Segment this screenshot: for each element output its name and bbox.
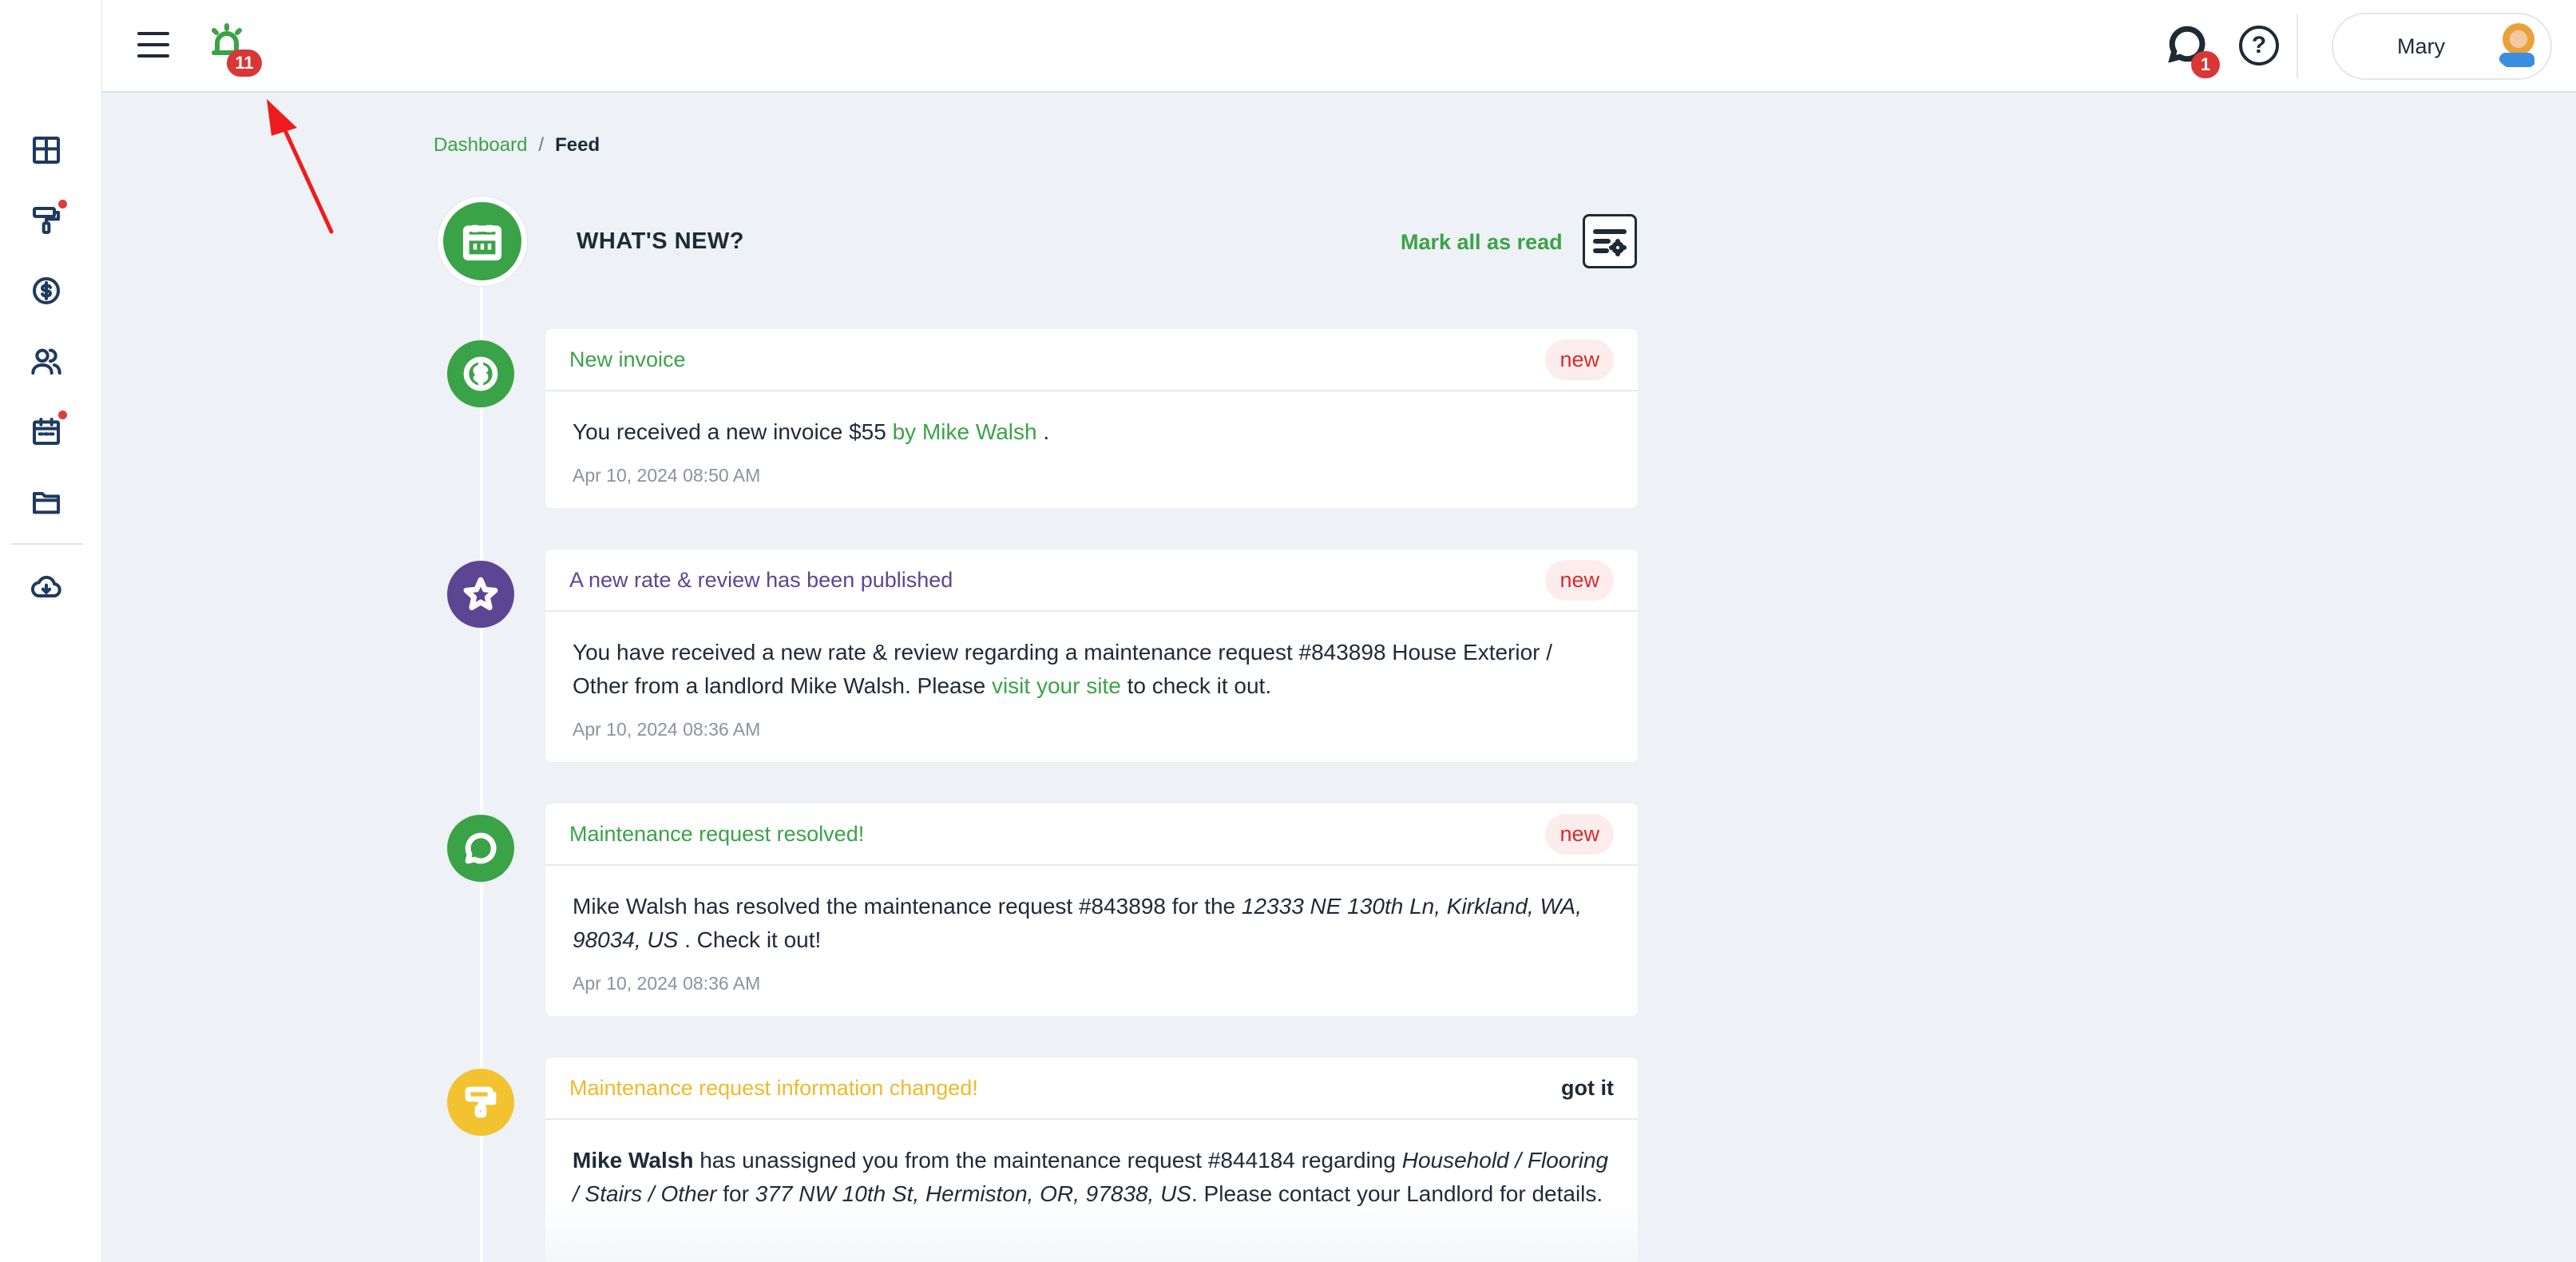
message-text: You received a new invoice $55 [573, 419, 886, 444]
card-header: Maintenance request resolved! new [545, 804, 1638, 866]
card-message: You have received a new rate & review re… [573, 636, 1611, 703]
info-changed-timeline-icon [447, 1069, 514, 1136]
left-sidebar [0, 0, 102, 1262]
resolved-timeline-icon [447, 815, 514, 882]
list-settings-icon [1593, 229, 1627, 256]
sidebar-item-maintenance[interactable] [27, 200, 67, 240]
card-date: Apr 10, 2024 08:50 AM [573, 465, 761, 486]
card-title: Maintenance request resolved! [569, 821, 865, 846]
breadcrumb-dashboard-link[interactable]: Dashboard [434, 134, 527, 157]
card-title: New invoice [569, 347, 686, 371]
message-text: Mike Walsh has resolved the maintenance … [573, 894, 1236, 919]
breadcrumb-separator: / [538, 134, 545, 156]
message-count-badge: 1 [2191, 51, 2220, 78]
message-text: for [723, 1181, 749, 1206]
got-it-button[interactable]: got it [1561, 1076, 1614, 1101]
chat-bubble-icon [465, 832, 497, 864]
messages-button[interactable]: 1 [2167, 24, 2220, 78]
message-text: . Check it out! [684, 927, 822, 952]
card-date: Apr 10, 2024 08:36 AM [573, 719, 761, 740]
sidebar-item-contacts[interactable] [27, 342, 65, 380]
user-menu-button[interactable]: Mary [2332, 13, 2552, 80]
landlord-name: Mike Walsh [573, 1148, 694, 1173]
card-header: Maintenance request information changed!… [545, 1058, 1638, 1120]
notifications-alarm-button[interactable]: 11 [208, 22, 262, 77]
notification-dot [58, 411, 67, 419]
card-body: Mike Walsh has unassigned you from the m… [545, 1120, 1638, 1232]
paint-roller-icon [33, 207, 60, 234]
feed-card-resolved: Maintenance request resolved! new Mike W… [545, 804, 1638, 1016]
card-title: A new rate & review has been published [569, 567, 953, 592]
avatar [2495, 22, 2542, 70]
notification-count-badge: 11 [227, 50, 262, 77]
sidebar-divider [11, 543, 83, 545]
card-body: You received a new invoice $55 by Mike W… [545, 391, 1638, 508]
sidebar-item-payments[interactable] [27, 272, 65, 310]
hamburger-menu-button[interactable] [137, 24, 179, 65]
notification-dot [58, 200, 67, 208]
card-header: A new rate & review has been published n… [545, 550, 1638, 612]
paint-roller-icon [465, 1086, 497, 1118]
feed-card-invoice: New invoice new You received a new invoi… [545, 329, 1638, 508]
card-body: Mike Walsh has resolved the maintenance … [545, 866, 1638, 1016]
message-text: has unassigned you from the maintenance … [699, 1148, 1396, 1173]
review-timeline-icon [447, 561, 514, 628]
topbar-divider [2297, 14, 2298, 78]
feed-settings-button[interactable] [1583, 214, 1637, 268]
star-icon [463, 577, 498, 610]
red-arrow-annotation [267, 99, 334, 234]
sidebar-item-dashboard[interactable] [27, 131, 65, 169]
sidebar-item-download[interactable] [27, 569, 65, 607]
mark-all-read-button[interactable]: Mark all as read [1401, 230, 1563, 255]
card-message: Mike Walsh has unassigned you from the m… [573, 1144, 1611, 1211]
sidebar-item-files[interactable] [27, 482, 65, 521]
users-icon [31, 348, 61, 375]
card-message: You received a new invoice $55 by Mike W… [573, 415, 1611, 449]
message-text: . [1043, 419, 1050, 444]
user-name: Mary [2397, 34, 2445, 58]
breadcrumb-current: Feed [555, 134, 600, 156]
top-bar: 11 1 ? Mary [102, 0, 2576, 93]
landlord-link[interactable]: by Mike Walsh [893, 419, 1037, 444]
calendar-icon [462, 224, 502, 261]
feed-card-info-changed: Maintenance request information changed!… [545, 1058, 1638, 1262]
dollar-circle-icon [33, 277, 60, 304]
card-date: Apr 10, 2024 08:36 AM [573, 973, 761, 994]
card-header: New invoice new [545, 329, 1638, 391]
status-new-badge[interactable]: new [1545, 813, 1614, 855]
feed-header-icon [438, 196, 527, 286]
page-title: WHAT'S NEW? [577, 228, 744, 254]
message-text: to check it out. [1127, 673, 1272, 698]
card-message: Mike Walsh has resolved the maintenance … [573, 890, 1611, 957]
help-button[interactable]: ? [2239, 26, 2279, 65]
folder-icon [33, 492, 60, 514]
calendar-icon [33, 418, 60, 445]
cloud-download-icon [30, 575, 61, 598]
dashboard-grid-icon [33, 137, 60, 164]
invoice-timeline-icon [447, 340, 514, 407]
menu-line [137, 43, 169, 46]
status-new-badge[interactable]: new [1545, 339, 1614, 380]
feed-card-review: A new rate & review has been published n… [545, 550, 1638, 762]
dollar-icon [463, 356, 498, 391]
menu-line [137, 32, 169, 35]
card-body: You have received a new rate & review re… [545, 612, 1638, 762]
message-text: . Please contact your Landlord for detai… [1191, 1181, 1603, 1206]
visit-site-link[interactable]: visit your site [992, 673, 1121, 698]
sidebar-item-calendar[interactable] [27, 411, 67, 450]
breadcrumb: Dashboard / Feed [434, 134, 600, 157]
card-title: Maintenance request information changed! [569, 1075, 978, 1100]
status-new-badge[interactable]: new [1545, 559, 1614, 601]
property-address: 377 NW 10th St, Hermiston, OR, 97838, US [755, 1181, 1191, 1206]
menu-line [137, 54, 169, 58]
